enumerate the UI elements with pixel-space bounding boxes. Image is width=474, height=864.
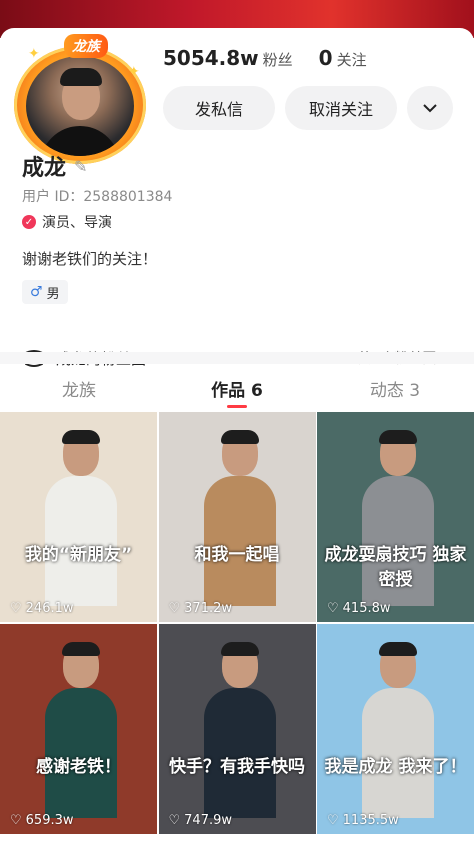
video-likes: ♡ 659.3w (10, 813, 74, 828)
verification-row: ✓ 演员、导演 (22, 212, 112, 232)
heart-icon: ♡ (10, 601, 22, 616)
heart-icon: ♡ (168, 601, 181, 616)
video-tile[interactable]: 我的“新朋友” ♡ 246.1w (0, 412, 157, 622)
video-grid: 我的“新朋友” ♡ 246.1w 和我一起唱 ♡ 371.2w 成龙耍扇技巧 独家密… (0, 412, 474, 834)
video-likes: ♡ 415.8w (327, 601, 391, 616)
tab-works[interactable]: 作品 6 (158, 364, 316, 412)
fans-label[interactable]: 粉丝 (263, 49, 293, 70)
video-caption: 成龙耍扇技巧 独家密授 (324, 545, 467, 590)
heart-icon: ♡ (327, 601, 339, 616)
unfollow-button[interactable]: 取消关注 (285, 86, 397, 130)
verification-text: 演员、导演 (42, 215, 112, 231)
edit-icon[interactable]: ✎ (74, 157, 87, 176)
video-caption: 我的“新朋友” (24, 545, 133, 565)
video-caption: 快手？有我手快吗 (169, 757, 305, 777)
gender-tag: ♂ 男 (22, 280, 68, 304)
video-likes: ♡ 371.2w (168, 601, 233, 616)
verified-icon: ✓ (22, 215, 36, 229)
heart-icon: ♡ (327, 813, 339, 828)
chevron-down-icon (423, 104, 437, 113)
video-likes: ♡ 1135.5w (327, 813, 399, 828)
video-caption: 和我一起唱 (194, 545, 280, 565)
tab-dragon-clan[interactable]: 龙族 (0, 364, 158, 412)
sparkle-icon: ✦ (128, 64, 140, 80)
name-row: 成龙 ✎ (22, 150, 87, 182)
video-caption: 感谢老铁！ (36, 757, 121, 777)
fans-count[interactable]: 5054.8w (163, 46, 259, 70)
video-caption: 我是成龙 我来了！ (324, 757, 467, 777)
video-tile[interactable]: 我是成龙 我来了！ ♡ 1135.5w (317, 624, 474, 834)
video-tile[interactable]: 和我一起唱 ♡ 371.2w (158, 412, 316, 622)
heart-icon: ♡ (10, 813, 22, 828)
profile-stats: 5054.8w 粉丝 0 关注 (163, 46, 389, 70)
avatar (26, 56, 134, 156)
following-count[interactable]: 0 (319, 46, 333, 70)
more-options-button[interactable] (407, 86, 453, 130)
following-label[interactable]: 关注 (337, 49, 367, 70)
user-id: 用户 ID：2588801384 (22, 189, 173, 205)
video-tile[interactable]: 快手？有我手快吗 ♡ 747.9w (158, 624, 316, 834)
send-message-button[interactable]: 发私信 (163, 86, 275, 130)
gender-text: 男 (46, 286, 60, 302)
video-likes: ♡ 747.9w (168, 813, 233, 828)
video-tile[interactable]: 成龙耍扇技巧 独家密授 ♡ 415.8w (317, 412, 474, 622)
dragon-clan-badge: 龙族 (64, 34, 108, 58)
tab-moments[interactable]: 动态 3 (316, 364, 474, 412)
section-divider (0, 352, 474, 364)
heart-icon: ♡ (168, 813, 181, 828)
sparkle-icon: ✦ (28, 46, 40, 62)
male-icon: ♂ (30, 284, 43, 300)
bio: 谢谢老铁们的关注！ (22, 250, 158, 268)
content-tabs: 龙族 作品 6 动态 3 (0, 364, 474, 412)
video-tile[interactable]: 感谢老铁！ ♡ 659.3w (0, 624, 157, 834)
profile-name: 成龙 (22, 156, 67, 181)
video-likes: ♡ 246.1w (10, 601, 74, 616)
avatar-container[interactable]: 龙族 ✦ ✦ (10, 34, 150, 164)
